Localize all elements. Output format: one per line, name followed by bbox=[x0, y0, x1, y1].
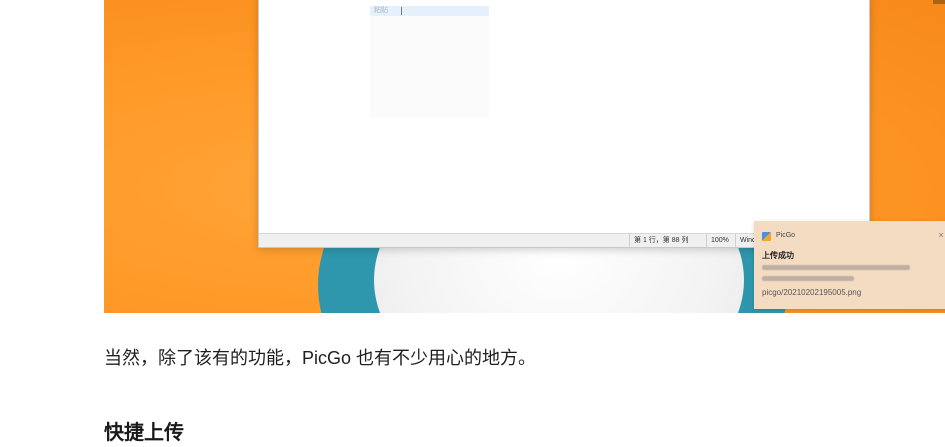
status-cursor-position: 第 1 行，第 88 列 bbox=[629, 234, 706, 247]
upload-notification[interactable]: PicGo × 上传成功 picgo/20210202195005.png bbox=[754, 221, 945, 309]
blurred-url-line bbox=[762, 265, 910, 270]
article-paragraph: 当然，除了该有的功能，PicGo 也有不少用心的地方。 bbox=[104, 348, 537, 368]
article-page: 粘贴 第 1 行，第 88 列 100% Windo PicGo × 上传成功 … bbox=[0, 0, 945, 447]
close-icon[interactable]: × bbox=[935, 229, 945, 241]
current-line-highlight: 粘贴 bbox=[370, 6, 489, 16]
notepad-window: 粘贴 第 1 行，第 88 列 100% Windo bbox=[258, 0, 870, 248]
cropped-edge-mark bbox=[933, 0, 945, 4]
picgo-app-icon bbox=[762, 232, 771, 241]
status-zoom: 100% bbox=[706, 234, 735, 247]
blurred-url-line bbox=[762, 276, 854, 281]
notification-file-path: picgo/20210202195005.png bbox=[762, 288, 862, 297]
notepad-editor[interactable]: 粘贴 bbox=[259, 0, 869, 233]
selected-text: 粘贴 bbox=[374, 7, 388, 14]
notification-app-name: PicGo bbox=[776, 232, 796, 239]
article-screenshot: 粘贴 第 1 行，第 88 列 100% Windo PicGo × 上传成功 … bbox=[104, 0, 945, 313]
text-selection-area bbox=[370, 16, 489, 118]
section-heading: 快捷上传 bbox=[104, 422, 184, 444]
text-caret bbox=[401, 7, 402, 15]
notification-title: 上传成功 bbox=[762, 251, 794, 260]
